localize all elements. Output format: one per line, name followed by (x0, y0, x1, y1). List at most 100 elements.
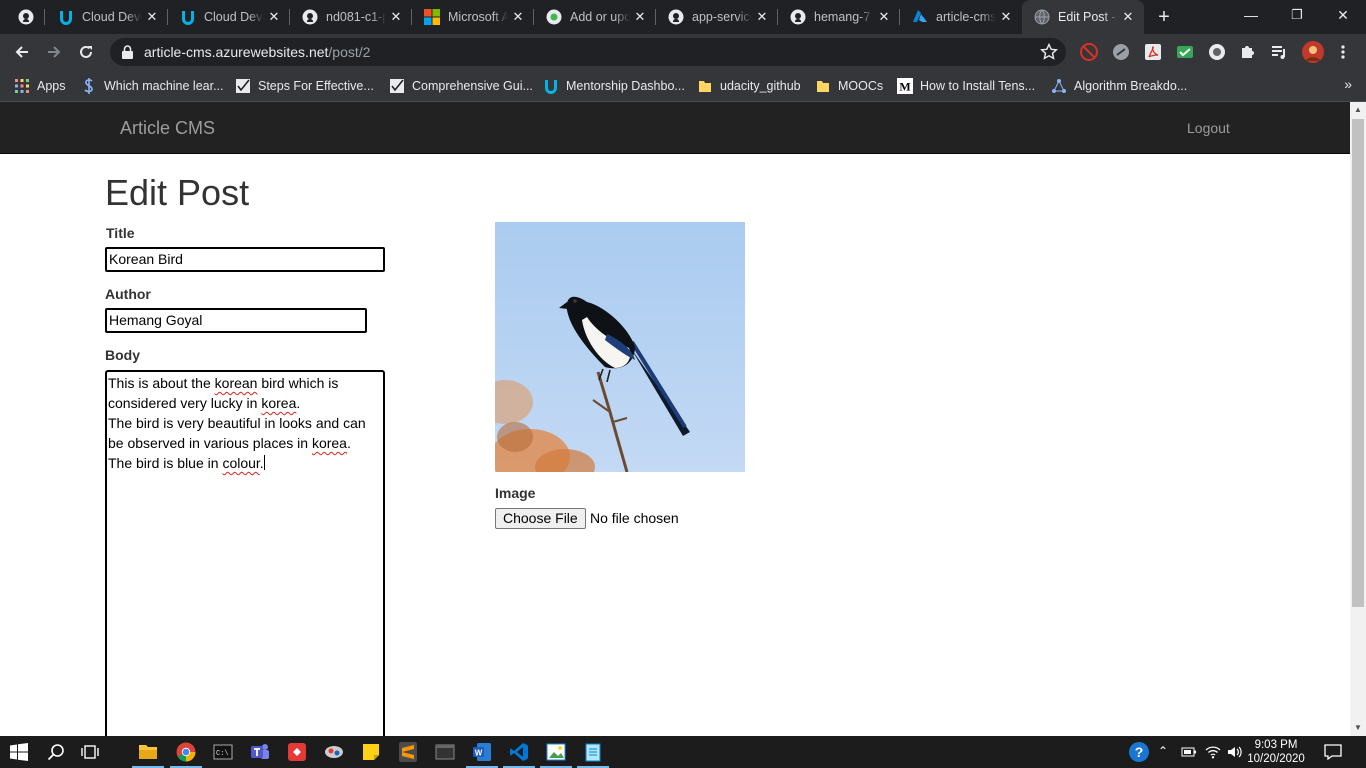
bookmark-label: How to Install Tens... (920, 79, 1036, 93)
author-input[interactable]: Hemang Goyal (105, 308, 367, 333)
tab-4[interactable]: Microsoft Azure ✕ (412, 0, 534, 34)
svg-text:C:\: C:\ (216, 750, 229, 758)
close-icon[interactable]: ✕ (752, 9, 772, 25)
restore-button[interactable]: ❐ (1274, 0, 1320, 32)
volume-icon[interactable] (1226, 741, 1244, 763)
tab-title: Microsoft Azure (448, 10, 508, 24)
tab-2[interactable]: Cloud Developer ✕ (168, 0, 290, 34)
bookmark-item[interactable]: Which machine lear... (81, 76, 224, 96)
chrome-icon[interactable] (170, 741, 202, 768)
close-icon[interactable]: ✕ (1118, 9, 1138, 25)
close-icon[interactable]: ✕ (630, 9, 650, 25)
tab-title: Add or update (570, 10, 630, 24)
choose-file-button[interactable]: Choose File (495, 508, 586, 529)
close-icon[interactable]: ✕ (142, 9, 162, 25)
address-bar[interactable]: article-cms.azurewebsites.net/post/2 (110, 38, 1066, 66)
acrobat-icon[interactable] (1144, 43, 1162, 61)
tab-title: nd081-c1-project (326, 10, 386, 24)
app-icon[interactable] (286, 741, 308, 763)
title-input[interactable]: Korean Bird (105, 247, 385, 272)
puzzle-extensions-icon[interactable] (1239, 43, 1257, 61)
bookmark-item[interactable]: Steps For Effective... (235, 76, 374, 96)
tab-active-edit-post[interactable]: Edit Post - ✕ (1022, 0, 1144, 34)
spellcheck-flagged-word: korea (261, 395, 297, 411)
show-hidden-icons-icon[interactable]: ⌃ (1158, 744, 1168, 758)
extension-circle-icon[interactable] (1112, 43, 1130, 61)
bookmark-folder[interactable]: MOOCs (815, 76, 883, 96)
tab-6[interactable]: app-service-web ✕ (656, 0, 778, 34)
system-clock[interactable]: 9:03 PM 10/20/2020 (1246, 738, 1306, 766)
back-button[interactable] (8, 38, 36, 66)
extension-blocked-icon[interactable] (1080, 43, 1098, 61)
notepad-icon[interactable] (577, 741, 609, 768)
body-line: be observed in various places in korea. (108, 435, 351, 451)
teams-icon[interactable] (249, 741, 271, 763)
more-menu-icon[interactable] (1334, 43, 1352, 61)
battery-icon[interactable] (1180, 741, 1198, 763)
tab-github-pinned[interactable] (0, 0, 45, 34)
close-icon[interactable]: ✕ (508, 9, 528, 25)
reload-button[interactable] (72, 38, 100, 66)
page-scrollbar[interactable]: ▲ ▼ (1350, 102, 1366, 736)
github-icon (18, 9, 34, 25)
windows-start-icon[interactable] (8, 741, 30, 763)
close-icon[interactable]: ✕ (264, 9, 284, 25)
file-explorer-icon[interactable] (132, 741, 164, 768)
navbar-brand-link[interactable]: Article CMS (120, 118, 215, 139)
tab-title: Cloud Developer (82, 10, 142, 24)
body-textarea[interactable]: This is about the korean bird which is c… (105, 370, 385, 736)
author-label: Author (105, 286, 151, 302)
close-window-button[interactable]: ✕ (1320, 0, 1366, 32)
scroll-down-arrow-icon[interactable]: ▼ (1350, 720, 1366, 736)
extension-mail-icon[interactable] (1176, 43, 1194, 61)
bookmarks-overflow-icon[interactable]: » (1344, 76, 1352, 92)
photos-icon[interactable] (540, 741, 572, 768)
sticky-notes-icon[interactable] (360, 741, 382, 763)
close-icon[interactable]: ✕ (996, 9, 1016, 25)
udacity-icon (180, 9, 196, 25)
search-icon[interactable] (45, 741, 67, 763)
svg-text:W: W (475, 749, 483, 758)
vscode-icon[interactable] (503, 741, 535, 768)
bookmark-item[interactable]: Mentorship Dashbo... (543, 76, 685, 96)
reload-icon (80, 45, 92, 58)
tab-3[interactable]: nd081-c1-project ✕ (290, 0, 412, 34)
bookmark-folder[interactable]: udacity_github (697, 76, 801, 96)
extension-record-icon[interactable] (1208, 43, 1226, 61)
tab-1[interactable]: Cloud Developer ✕ (46, 0, 168, 34)
lock-icon[interactable] (120, 44, 134, 60)
app-icon[interactable] (323, 741, 345, 763)
profile-avatar[interactable] (1302, 41, 1324, 63)
close-icon[interactable]: ✕ (874, 9, 894, 25)
new-tab-button[interactable]: + (1152, 4, 1176, 30)
sublime-icon[interactable] (397, 741, 419, 763)
tab-8[interactable]: article-cms ✕ (900, 0, 1022, 34)
close-icon[interactable]: ✕ (386, 9, 406, 25)
wifi-icon[interactable] (1204, 741, 1222, 763)
tab-5[interactable]: Add or update ✕ (534, 0, 656, 34)
spellcheck-flagged-word: korean (214, 375, 258, 391)
bookmark-apps[interactable]: Apps (14, 76, 66, 96)
scrollbar-thumb[interactable] (1352, 119, 1364, 607)
site-navbar: Article CMS Logout (0, 102, 1350, 154)
logout-link[interactable]: Logout (1187, 120, 1230, 136)
notifications-icon[interactable] (1322, 741, 1344, 763)
bookmark-label: Mentorship Dashbo... (566, 79, 685, 93)
minimize-button[interactable]: — (1228, 0, 1274, 32)
forward-button[interactable] (40, 38, 68, 66)
bookmark-item[interactable]: Algorithm Breakdo... (1051, 76, 1187, 96)
scroll-up-arrow-icon[interactable]: ▲ (1350, 102, 1366, 118)
image-label: Image (495, 485, 536, 501)
apps-grid-icon (14, 78, 30, 94)
cmd-icon[interactable]: C:\ (212, 741, 234, 763)
media-queue-icon[interactable] (1270, 43, 1288, 61)
bookmark-item[interactable]: Comprehensive Gui... (389, 76, 533, 96)
help-icon[interactable]: ? (1128, 741, 1150, 763)
task-view-icon[interactable] (79, 741, 101, 763)
terminal-icon[interactable] (434, 741, 456, 763)
bookmark-star-icon[interactable] (1040, 43, 1058, 61)
github-icon (546, 9, 562, 25)
word-icon[interactable]: W (466, 741, 498, 768)
tab-7[interactable]: hemang-7 ✕ (778, 0, 900, 34)
bookmark-item[interactable]: M How to Install Tens... (897, 76, 1035, 96)
